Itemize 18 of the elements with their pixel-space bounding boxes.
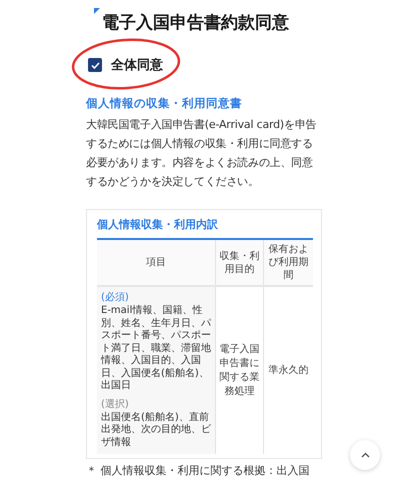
- item-tag: (選択): [101, 398, 212, 412]
- table-cell: 電子入国申告書に関する業務処理: [216, 286, 264, 454]
- page-title: 電子入国申告書約款同意: [102, 12, 289, 34]
- caret-up-icon: [360, 452, 370, 458]
- column-header: 保有および利用期間: [263, 240, 313, 286]
- agree-all-label[interactable]: 全体同意: [111, 56, 163, 74]
- agree-all-checkbox[interactable]: [88, 58, 102, 72]
- intro-paragraph: 大韓民国電子入国申告書(e-Arrival card)を申告するためには個人情報の収集・利用に同意する必要があります。内容をよくお読みの上、同意するかどうかを決定してください。: [86, 117, 318, 190]
- item-list: 出国便名(船舶名)、直前出発地、次の目的地、ビザ情報: [101, 412, 212, 449]
- column-header: 項目: [97, 240, 216, 286]
- item-tag: (必須): [101, 291, 212, 305]
- section-heading: 個人情報の収集・利用同意書: [86, 96, 243, 111]
- column-header: 収集・利用目的: [216, 240, 264, 286]
- footnote: ＊ 個人情報収集・利用に関する根拠：出入国: [86, 463, 310, 478]
- checkmark-icon: [90, 62, 100, 68]
- item-list: E-mail情報、国籍、性別、姓名、生年月日、パスポート番号、パスポート満了日、職業、滞留地情報、入国目的、入国日、入国便名(船舶名)、出国日: [101, 305, 212, 392]
- corner-mark-icon: [94, 8, 100, 14]
- table-cell: 準永久的: [263, 286, 313, 454]
